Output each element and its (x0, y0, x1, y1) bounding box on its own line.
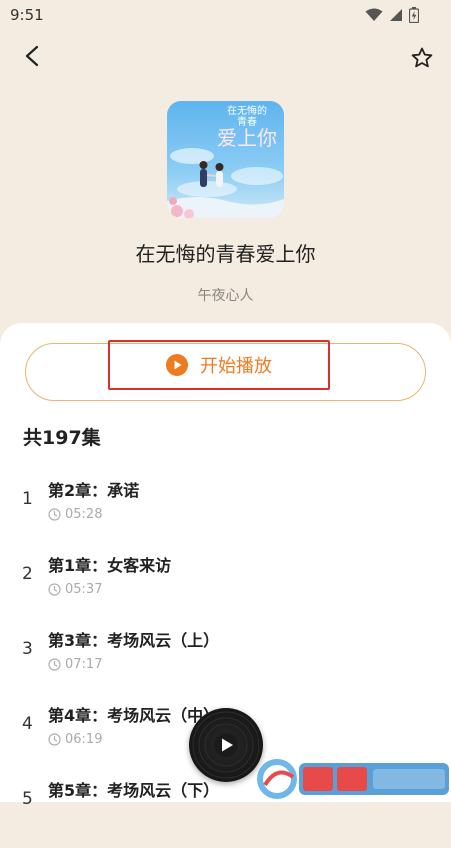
cover-title-line-3: 爱上你 (217, 126, 277, 150)
episode-duration: 05:37 (48, 582, 102, 597)
book-author[interactable]: 午夜心人 (0, 285, 451, 305)
episode-title: 第2章：承诺 (48, 481, 140, 500)
clock-icon (48, 658, 61, 671)
status-bar: 9:51 (0, 0, 451, 32)
episode-duration-text: 05:28 (65, 507, 103, 522)
episode-duration-text: 06:19 (65, 732, 103, 747)
episode-duration: 05:28 (48, 507, 102, 522)
status-icons (365, 7, 419, 23)
signal-icon (390, 9, 402, 21)
mini-player-button[interactable] (189, 708, 263, 782)
status-time: 9:51 (10, 6, 44, 24)
start-play-button[interactable] (25, 343, 426, 401)
episode-index: 2 (22, 564, 33, 584)
episode-index: 3 (22, 639, 33, 659)
book-title: 在无悔的青春爱上你 (135, 242, 316, 266)
site-watermark-logo (257, 759, 449, 799)
back-icon[interactable] (22, 45, 44, 67)
episode-count: 共197集 (23, 427, 101, 449)
episode-index: 1 (22, 489, 33, 509)
clock-icon (48, 733, 61, 746)
episode-duration-text: 07:17 (65, 657, 103, 672)
play-icon (222, 738, 233, 752)
episode-index: 5 (22, 789, 33, 809)
episode-duration-text: 05:37 (65, 582, 103, 597)
episode-title: 第3章：考场风云（上） (48, 631, 220, 650)
wifi-icon (365, 8, 383, 21)
cover-title: 在无悔的 青春 爱上你 (217, 106, 277, 150)
episode-row[interactable]: 1 第2章：承诺 05:28 (0, 473, 451, 548)
cover-title-line-1: 在无悔的 (227, 106, 267, 117)
episode-duration: 06:19 (48, 732, 102, 747)
star-outline-icon[interactable] (410, 46, 434, 70)
episode-index: 4 (22, 714, 33, 734)
clock-icon (48, 508, 61, 521)
battery-icon (409, 7, 419, 23)
episode-row[interactable]: 2 第1章：女客来访 05:37 (0, 548, 451, 623)
episode-title: 第1章：女客来访 (48, 556, 172, 575)
book-cover: 在无悔的 青春 爱上你 (167, 101, 284, 218)
clock-icon (48, 583, 61, 596)
episode-row[interactable]: 3 第3章：考场风云（上） 07:17 (0, 623, 451, 698)
episode-duration: 07:17 (48, 657, 102, 672)
